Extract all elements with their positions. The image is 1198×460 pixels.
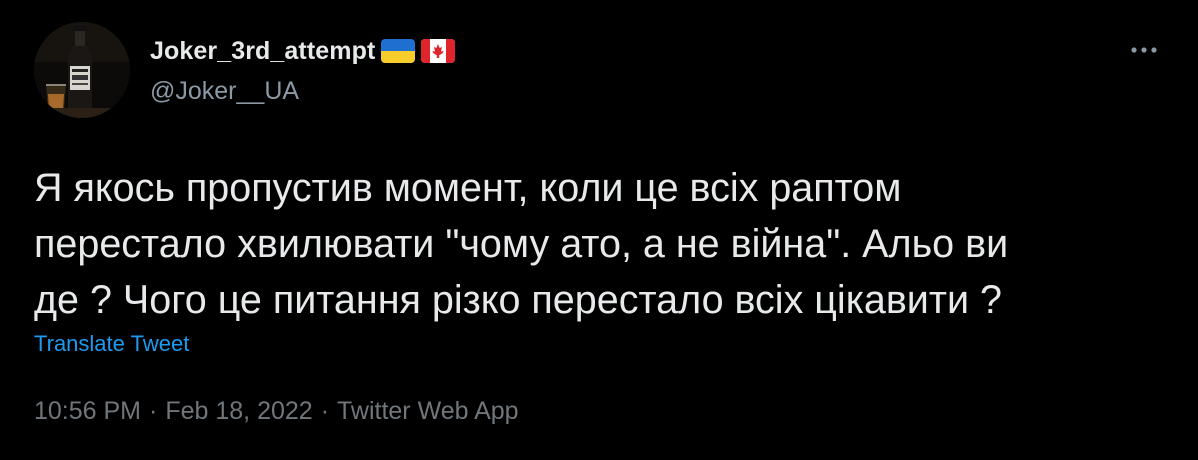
ukraine-flag-icon <box>381 39 416 63</box>
meta-separator: · <box>320 397 330 425</box>
tweet-time[interactable]: 10:56 PM <box>34 397 141 426</box>
user-handle[interactable]: @Joker__UA <box>150 74 455 108</box>
name-row: Joker_3rd_attempt <box>150 34 456 68</box>
tweet-source[interactable]: Twitter Web App <box>337 397 519 426</box>
translate-tweet-link[interactable]: Translate Tweet <box>34 331 189 357</box>
tweet-date[interactable]: Feb 18, 2022 <box>165 397 312 426</box>
avatar[interactable] <box>34 22 130 118</box>
tweet-text-line: Я якось пропустив момент, коли це всіх р… <box>34 166 902 210</box>
tweet-text: Я якось пропустив момент, коли це всіх р… <box>34 160 1164 328</box>
tweet-header: Joker_3rd_attempt @Joker__UA <box>150 34 456 108</box>
avatar-image <box>34 22 130 118</box>
tweet-card: Joker_3rd_attempt @Joker__UA Я якось про… <box>0 0 1198 460</box>
more-horizontal-icon <box>1131 47 1157 53</box>
canada-flag-icon <box>421 39 456 63</box>
tweet-text-line: перестало хвилювати "чому ато, а не війн… <box>34 222 1009 266</box>
meta-separator: · <box>149 397 158 425</box>
tweet-metadata: 10:56 PM · Feb 18, 2022 · Twitter Web Ap… <box>34 397 519 426</box>
tweet-text-line: де ? Чого це питання різко перестало всі… <box>34 278 1002 322</box>
more-options-button[interactable] <box>1126 38 1162 62</box>
display-name[interactable]: Joker_3rd_attempt <box>150 37 375 66</box>
